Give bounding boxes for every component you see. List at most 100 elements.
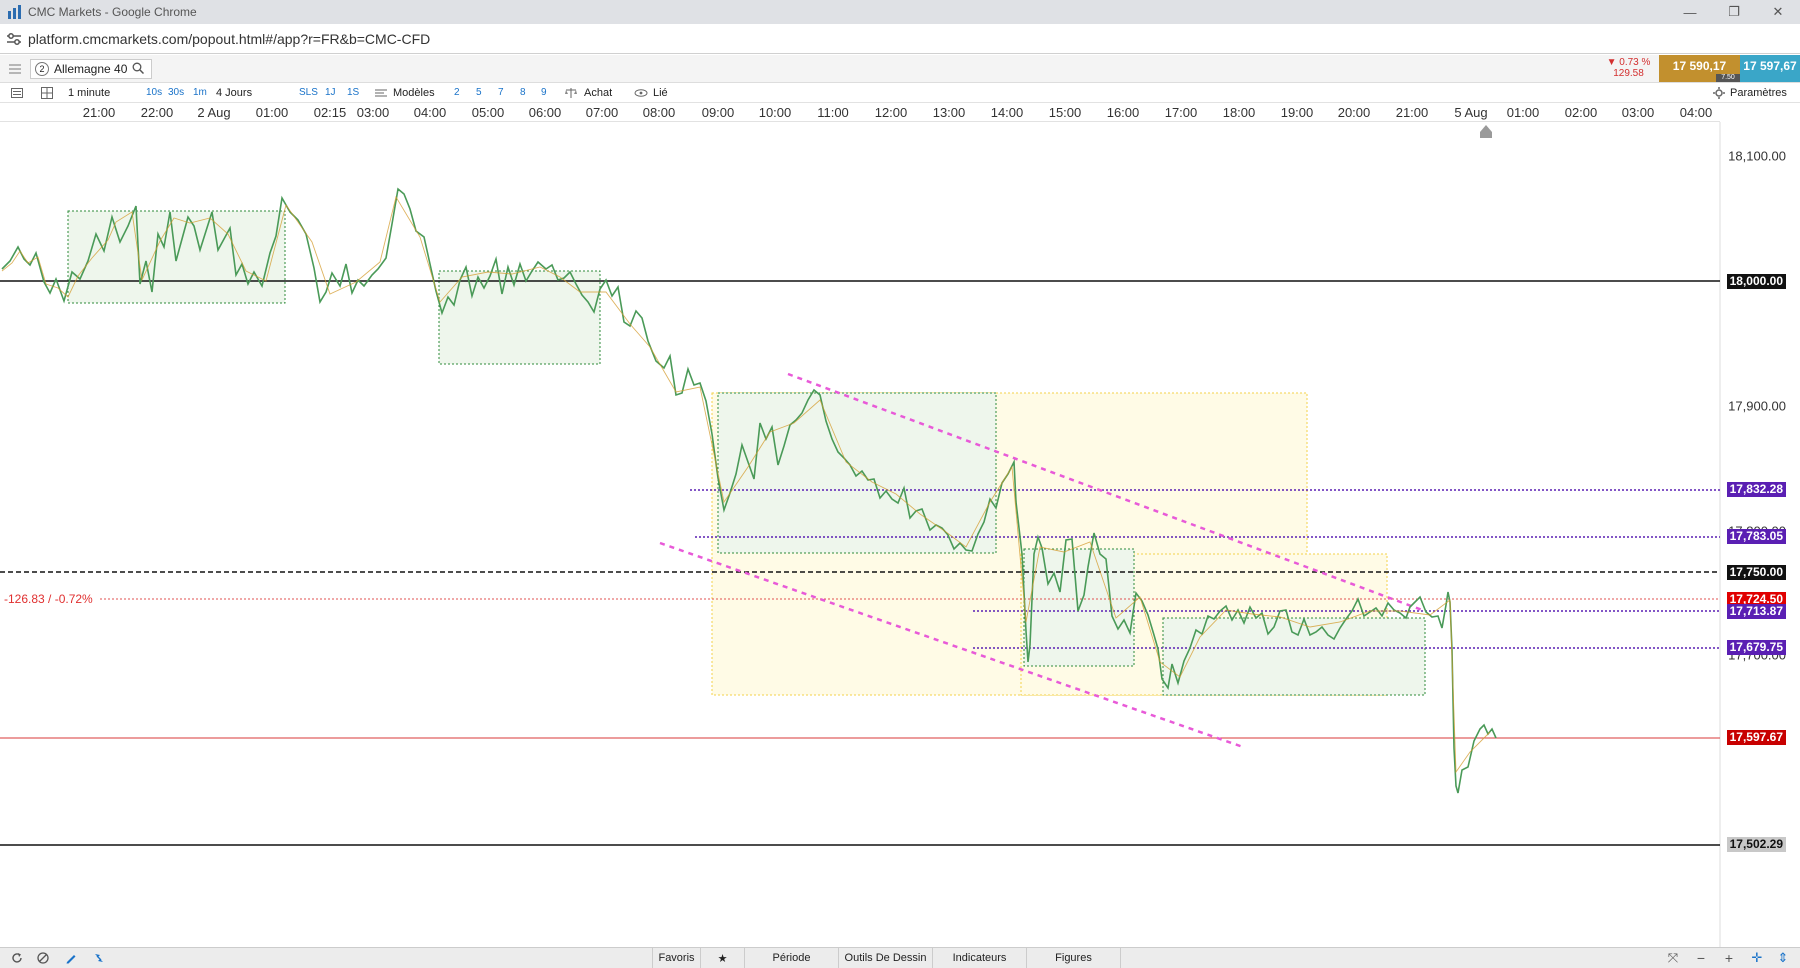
time-tick: 21:00 — [1395, 105, 1429, 120]
time-tick: 14:00 — [990, 105, 1024, 120]
time-tick: 15:00 — [1048, 105, 1082, 120]
level-tag-17832: 17,832.28 — [1726, 482, 1786, 497]
interval-select[interactable]: 1 minute — [68, 83, 110, 102]
url-text[interactable]: platform.cmcmarkets.com/popout.html#/app… — [28, 31, 430, 47]
time-tick: 13:00 — [932, 105, 966, 120]
time-tick: 5 Aug — [1454, 105, 1488, 120]
level-tag-18000: 18,000.00 — [1726, 274, 1786, 289]
link-group-badge[interactable]: 2 — [35, 62, 49, 76]
layout-grid-icon[interactable] — [38, 83, 56, 102]
price-change: ▼ 0.73 % 129.58 — [1600, 57, 1657, 81]
time-tick: 06:00 — [528, 105, 562, 120]
time-tick: 01:00 — [255, 105, 289, 120]
change-annotation: -126.83 / -0.72% — [4, 592, 93, 606]
level-tag-17502: 17,502.29 — [1726, 837, 1786, 852]
period-1j[interactable]: 1J — [325, 83, 336, 102]
time-tick: 04:00 — [413, 105, 447, 120]
close-icon[interactable]: ✕ — [1756, 0, 1800, 24]
site-settings-icon[interactable] — [0, 24, 28, 54]
restore-icon[interactable]: ❐ — [1712, 0, 1756, 24]
zoom-fit-icon[interactable]: ⤧ — [1664, 948, 1682, 968]
time-tick: 04:00 — [1679, 105, 1713, 120]
address-bar: platform.cmcmarkets.com/popout.html#/app… — [0, 24, 1800, 54]
time-tick: 12:00 — [874, 105, 908, 120]
spread-badge: 7.50 — [1716, 74, 1740, 82]
price-chart[interactable]: 18,100.00 17,900.00 17,800.00 17,700.00 … — [0, 122, 1800, 947]
period-sls[interactable]: SLS — [299, 83, 318, 102]
time-tick: 11:00 — [817, 105, 849, 120]
clear-icon[interactable] — [34, 948, 52, 968]
time-tick: 05:00 — [471, 105, 505, 120]
time-tick: 10:00 — [758, 105, 792, 120]
price-tick: 17,900.00 — [1728, 398, 1786, 414]
period-select[interactable]: 4 Jours — [216, 83, 252, 102]
window-title: CMC Markets - Google Chrome — [28, 5, 197, 19]
template-slot-9[interactable]: 9 — [541, 83, 547, 102]
tab-indicateurs[interactable]: Indicateurs — [933, 948, 1027, 968]
time-tick: 02:00 — [1564, 105, 1598, 120]
time-tick: 16:00 — [1106, 105, 1140, 120]
time-tick: 01:00 — [1506, 105, 1540, 120]
cmc-app-icon — [8, 5, 22, 19]
change-points: 129.58 — [1613, 68, 1644, 79]
time-tick: 03:00 — [1621, 105, 1655, 120]
template-slot-2[interactable]: 2 — [454, 83, 460, 102]
period-1s[interactable]: 1S — [347, 83, 359, 102]
menu-icon[interactable] — [4, 55, 26, 82]
refresh-icon[interactable] — [8, 948, 26, 968]
pencil-icon[interactable] — [62, 948, 80, 968]
browser-titlebar: CMC Markets - Google Chrome — ❐ ✕ — [0, 0, 1800, 24]
tab-figures[interactable]: Figures — [1027, 948, 1121, 968]
price-tick: 18,100.00 — [1728, 148, 1786, 164]
level-tag-17713: 17,713.87 — [1726, 604, 1786, 619]
linked-toggle[interactable]: Lié — [653, 83, 668, 102]
time-tick: 21:00 — [82, 105, 116, 120]
settings-gear-icon[interactable] — [1712, 83, 1726, 102]
time-tick: 03:00 — [356, 105, 390, 120]
sell-price: 17 590,17 — [1672, 59, 1727, 73]
chart-toolbar: 1 minute 10s 30s 1m 4 Jours SLS 1J 1S Mo… — [0, 83, 1800, 103]
template-slot-5[interactable]: 5 — [476, 83, 482, 102]
buy-action[interactable]: Achat — [584, 83, 612, 102]
templates-menu[interactable]: Modèles — [393, 83, 435, 102]
zoom-out-icon[interactable]: − — [1692, 948, 1710, 968]
minimize-icon[interactable]: — — [1668, 0, 1712, 24]
instrument-search[interactable]: 2 Allemagne 40 — [30, 59, 152, 79]
tab-favoris[interactable]: Favoris — [652, 948, 701, 968]
time-tick: 19:00 — [1280, 105, 1314, 120]
crosshair-icon[interactable]: ✛ — [1748, 948, 1766, 968]
zone-box — [717, 392, 997, 554]
template-slot-7[interactable]: 7 — [498, 83, 504, 102]
level-tag-17783: 17,783.05 — [1726, 529, 1786, 544]
zoom-in-icon[interactable]: + — [1720, 948, 1738, 968]
instrument-toolbar: 2 Allemagne 40 ▼ 0.73 % 129.58 17 590,17… — [0, 55, 1800, 83]
link-icon — [634, 83, 648, 102]
current-price-tag: 17,597.67 — [1726, 730, 1786, 745]
level-tag-17679: 17,679.75 — [1726, 640, 1786, 655]
interval-10s[interactable]: 10s — [146, 83, 162, 102]
time-tick: 08:00 — [642, 105, 676, 120]
tab-outils-dessin[interactable]: Outils De Dessin — [839, 948, 933, 968]
time-tick: 2 Aug — [197, 105, 231, 120]
autoscale-icon[interactable]: ⇕ — [1774, 948, 1792, 968]
time-tick: 09:00 — [701, 105, 735, 120]
cursor-arrows-icon[interactable] — [90, 948, 108, 968]
interval-30s[interactable]: 30s — [168, 83, 184, 102]
buy-price-button[interactable]: 17 597,67 — [1740, 55, 1800, 82]
time-tick: 20:00 — [1337, 105, 1371, 120]
star-icon[interactable]: ★ — [701, 948, 745, 968]
settings-link[interactable]: Paramètres — [1730, 83, 1787, 102]
time-axis: 21:00 22:00 2 Aug 01:00 02:15 03:00 04:0… — [0, 103, 1720, 122]
instrument-name: Allemagne 40 — [54, 62, 128, 76]
search-icon[interactable] — [132, 62, 145, 77]
change-percent: ▼ 0.73 % — [1606, 57, 1651, 68]
time-tick: 17:00 — [1164, 105, 1198, 120]
template-slot-8[interactable]: 8 — [520, 83, 526, 102]
zone-box — [1162, 617, 1426, 696]
chart-list-icon[interactable] — [8, 83, 26, 102]
templates-icon — [374, 83, 388, 102]
chart-canvas[interactable] — [0, 122, 1800, 947]
scales-icon — [564, 83, 578, 102]
interval-1m[interactable]: 1m — [193, 83, 207, 102]
tab-periode[interactable]: Période — [745, 948, 839, 968]
